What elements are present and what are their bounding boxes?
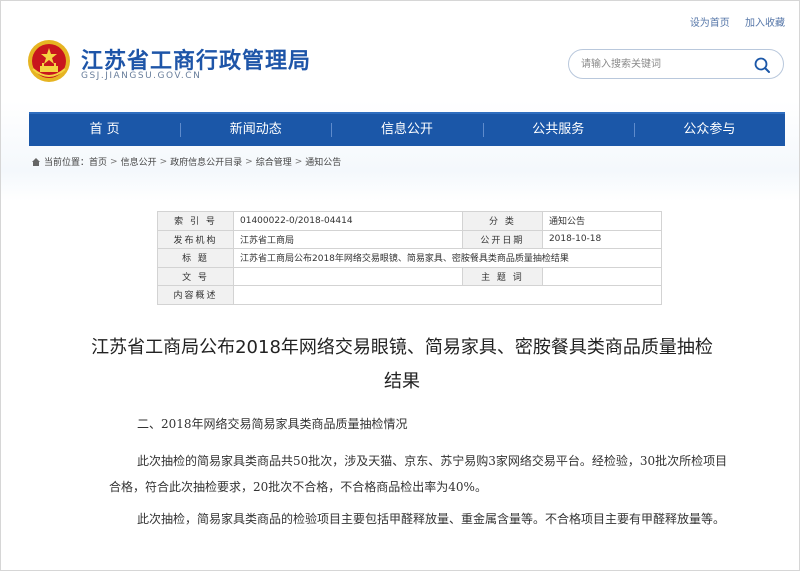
- article-paragraph: 此次抽检，简易家具类商品的检验项目主要包括甲醛释放量、重金属含量等。不合格项目主…: [137, 512, 726, 526]
- home-icon: [32, 157, 40, 166]
- breadcrumb-item[interactable]: 政府信息公开目录: [170, 155, 242, 168]
- nav-home[interactable]: 首 页: [29, 114, 180, 146]
- title-value: 江苏省工商局公布2018年网络交易眼镜、简易家具、密胺餐具类商品质量抽检结果: [233, 248, 662, 268]
- date-label: 公开日期: [461, 229, 543, 249]
- breadcrumb-separator: >: [245, 156, 253, 167]
- top-links: 设为首页 加入收藏: [678, 14, 785, 29]
- breadcrumb-prefix: 当前位置：: [44, 158, 90, 168]
- table-row: 内容概述: [157, 285, 662, 305]
- document-meta-table: 索 引 号 01400022-0/2018-04414 分 类 通知公告 发布机…: [157, 211, 663, 305]
- category-value: 通知公告: [541, 211, 663, 231]
- section-heading: 二、2018年网络交易简易家具类商品质量抽检情况: [137, 417, 408, 431]
- publisher-value: 江苏省工商局: [233, 229, 463, 249]
- header-background: [1, 1, 799, 201]
- nav-info-disclosure[interactable]: 信息公开: [331, 114, 482, 146]
- summary-label: 内容概述: [157, 285, 234, 305]
- set-homepage-link[interactable]: 设为首页: [690, 18, 730, 29]
- publisher-label: 发布机构: [157, 229, 234, 249]
- subject-value: [541, 266, 663, 286]
- breadcrumb-separator: >: [294, 156, 303, 167]
- breadcrumb-item[interactable]: 信息公开: [121, 155, 157, 168]
- breadcrumb-separator: >: [110, 156, 118, 167]
- main-nav: 首 页 新闻动态 信息公开 公共服务 公众参与: [29, 112, 785, 146]
- search-input[interactable]: [581, 56, 746, 73]
- date-value: 2018-10-18: [541, 229, 663, 249]
- search-icon[interactable]: [753, 56, 771, 74]
- article-title: 江苏省工商局公布2018年网络交易眼镜、简易家具、密胺餐具类商品质量抽检结果: [91, 337, 713, 392]
- breadcrumb-item[interactable]: 通知公告: [305, 155, 341, 168]
- nav-public-service[interactable]: 公共服务: [482, 114, 634, 146]
- search-box: [568, 49, 784, 79]
- breadcrumb-item[interactable]: 综合管理: [256, 155, 292, 168]
- national-emblem-icon: [28, 40, 70, 82]
- index-label: 索 引 号: [157, 211, 234, 231]
- add-favorite-link[interactable]: 加入收藏: [745, 18, 785, 29]
- doc-number-label: 文 号: [157, 266, 234, 286]
- table-row: 文 号 主 题 词: [157, 266, 663, 286]
- table-row: 标 题 江苏省工商局公布2018年网络交易眼镜、简易家具、密胺餐具类商品质量抽检…: [157, 248, 662, 268]
- subject-label: 主 题 词: [461, 266, 543, 286]
- table-row: 发布机构 江苏省工商局 公开日期 2018-10-18: [157, 229, 663, 249]
- category-label: 分 类: [461, 211, 543, 231]
- page: 设为首页 加入收藏 江苏省工商行政管理局 GSJ.JIANGSU.GOV.CN …: [0, 0, 800, 571]
- nav-news[interactable]: 新闻动态: [180, 114, 331, 146]
- table-row: 索 引 号 01400022-0/2018-04414 分 类 通知公告: [157, 211, 663, 231]
- doc-number-value: [233, 266, 463, 286]
- index-value: 01400022-0/2018-04414: [233, 211, 463, 231]
- summary-value: [233, 285, 662, 305]
- title-label: 标 题: [157, 248, 234, 268]
- nav-public-participation[interactable]: 公众参与: [633, 114, 785, 146]
- breadcrumb: 当前位置： 首页 > 信息公开 > 政府信息公开目录 > 综合管理 > 通知公告: [31, 155, 341, 168]
- article-paragraph: 此次抽检的简易家具类商品共50批次，涉及天猫、京东、苏宁易购3家网络交易平台。经…: [109, 454, 728, 494]
- breadcrumb-item[interactable]: 首页: [89, 155, 107, 168]
- site-domain: GSJ.JIANGSU.GOV.CN: [81, 71, 202, 81]
- breadcrumb-separator: >: [159, 156, 168, 167]
